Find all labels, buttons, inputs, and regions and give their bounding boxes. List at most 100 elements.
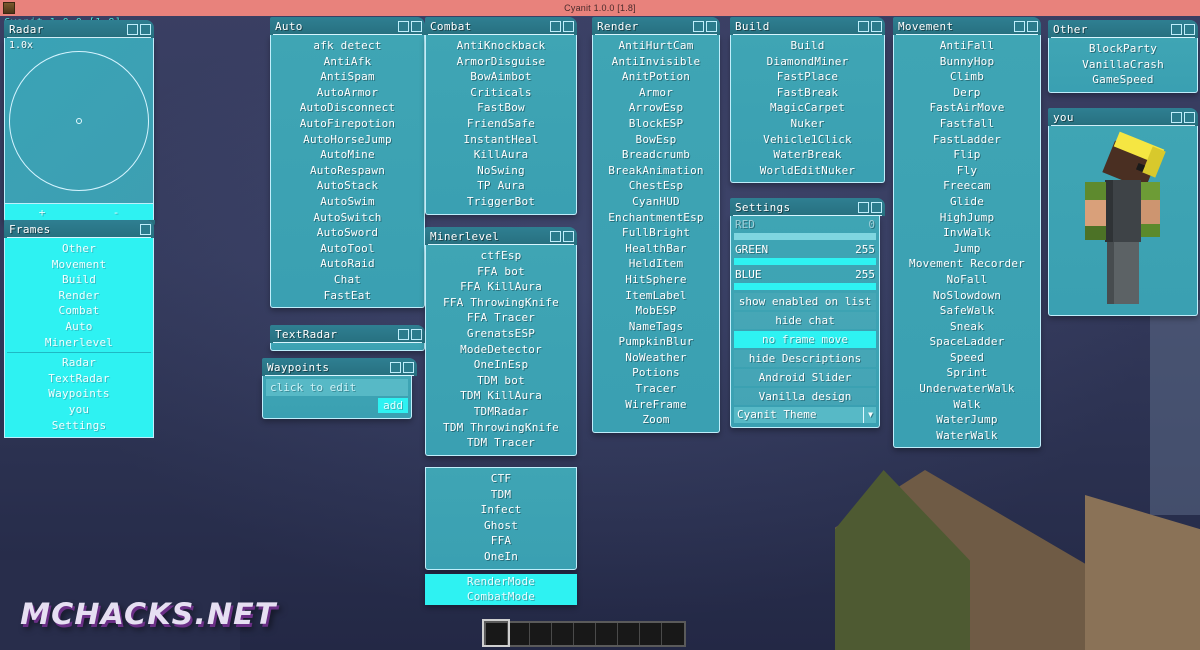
frames-item[interactable]: Combat: [5, 303, 153, 319]
auto-header-buttons[interactable]: [398, 20, 422, 32]
module-item[interactable]: UnderwaterWalk: [894, 381, 1040, 397]
radar-header[interactable]: Radar: [4, 20, 154, 38]
module-item[interactable]: Criticals: [426, 85, 576, 101]
module-item[interactable]: Derp: [894, 85, 1040, 101]
hotbar-slot[interactable]: [508, 623, 530, 645]
module-item[interactable]: TriggerBot: [426, 194, 576, 210]
module-item[interactable]: Potions: [593, 365, 719, 381]
panel-build[interactable]: Build Build DiamondMiner FastPlace FastBrea…: [730, 17, 885, 184]
render-close-button[interactable]: [706, 20, 717, 32]
module-item[interactable]: Vehicle1Click: [731, 132, 884, 148]
module-item[interactable]: HighJump: [894, 210, 1040, 226]
render-header-buttons[interactable]: [693, 20, 717, 32]
module-item[interactable]: FastBreak: [731, 85, 884, 101]
frames-header-buttons[interactable]: [140, 223, 151, 235]
frames-item[interactable]: Other: [5, 241, 153, 257]
you-header-buttons[interactable]: [1171, 111, 1195, 123]
other-header[interactable]: Other: [1048, 20, 1198, 38]
hotbar-slot[interactable]: [596, 623, 618, 645]
other-close-button[interactable]: [1184, 23, 1195, 35]
player-model-preview[interactable]: [1075, 131, 1175, 310]
textradar-header[interactable]: TextRadar: [270, 325, 425, 343]
module-item[interactable]: ChestEsp: [593, 178, 719, 194]
you-collapse-button[interactable]: [1171, 111, 1182, 123]
module-item[interactable]: NoSwing: [426, 163, 576, 179]
waypoints-header-buttons[interactable]: [390, 361, 414, 373]
settings-collapse-button[interactable]: [858, 201, 869, 213]
module-item[interactable]: AutoSword: [271, 225, 424, 241]
module-item[interactable]: CyanHUD: [593, 194, 719, 210]
other-collapse-button[interactable]: [1171, 23, 1182, 35]
module-item[interactable]: DiamondMiner: [731, 54, 884, 70]
module-item[interactable]: FFA ThrowingKnife: [426, 295, 576, 311]
module-item[interactable]: TDM Tracer: [426, 435, 576, 451]
module-item[interactable]: BunnyHop: [894, 54, 1040, 70]
module-item[interactable]: AntiAfk: [271, 54, 424, 70]
module-item[interactable]: FastLadder: [894, 132, 1040, 148]
module-item[interactable]: GameSpeed: [1049, 72, 1197, 88]
module-item[interactable]: GrenatsESP: [426, 326, 576, 342]
module-item[interactable]: FastPlace: [731, 69, 884, 85]
module-item[interactable]: TDM bot: [426, 373, 576, 389]
module-item[interactable]: Sprint: [894, 365, 1040, 381]
module-item[interactable]: Movement Recorder: [894, 256, 1040, 272]
module-item[interactable]: ItemLabel: [593, 288, 719, 304]
build-close-button[interactable]: [871, 20, 882, 32]
textradar-collapse-button[interactable]: [398, 328, 409, 340]
minerlevel-close-button[interactable]: [563, 230, 574, 242]
radar-collapse-button[interactable]: [127, 23, 138, 35]
module-item[interactable]: Armor: [593, 85, 719, 101]
module-item[interactable]: Freecam: [894, 178, 1040, 194]
waypoints-header[interactable]: Waypoints: [262, 358, 417, 376]
module-item[interactable]: Chat: [271, 272, 424, 288]
module-item[interactable]: Infect: [426, 502, 576, 518]
module-item[interactable]: Fly: [894, 163, 1040, 179]
frames-item[interactable]: you: [5, 402, 153, 418]
radar-zoom-controls[interactable]: + -: [5, 203, 153, 221]
combat-collapse-button[interactable]: [550, 20, 561, 32]
panel-textradar[interactable]: TextRadar: [270, 325, 425, 351]
module-item[interactable]: AutoArmor: [271, 85, 424, 101]
module-item[interactable]: Breadcrumb: [593, 147, 719, 163]
frames-item[interactable]: Render: [5, 288, 153, 304]
module-item[interactable]: InvWalk: [894, 225, 1040, 241]
module-item[interactable]: EnchantmentEsp: [593, 210, 719, 226]
panel-auto[interactable]: Auto afk detect AntiAfk AntiSpam AutoArmor A…: [270, 17, 425, 309]
module-item[interactable]: TP Aura: [426, 178, 576, 194]
setting-toggle-button[interactable]: Vanilla design: [734, 388, 876, 405]
other-header-buttons[interactable]: [1171, 23, 1195, 35]
setting-toggle-button[interactable]: hide chat: [734, 312, 876, 329]
frames-item[interactable]: Auto: [5, 319, 153, 335]
combat-close-button[interactable]: [563, 20, 574, 32]
panel-minerlevel[interactable]: Minerlevel ctfEsp FFA bot FFA KillAura FFA …: [425, 227, 577, 456]
color-slider-track[interactable]: [734, 233, 876, 240]
render-header[interactable]: Render: [592, 17, 720, 35]
module-item[interactable]: HeldItem: [593, 256, 719, 272]
settings-header[interactable]: Settings: [730, 198, 885, 216]
module-item[interactable]: AutoRespawn: [271, 163, 424, 179]
module-item[interactable]: AutoRaid: [271, 256, 424, 272]
minerlevel-header[interactable]: Minerlevel: [425, 227, 577, 245]
waypoint-name-input[interactable]: click to edit: [266, 379, 408, 396]
minerlevel-header-buttons[interactable]: [550, 230, 574, 242]
module-item[interactable]: ArrowEsp: [593, 100, 719, 116]
module-item[interactable]: ctfEsp: [426, 248, 576, 264]
auto-collapse-button[interactable]: [398, 20, 409, 32]
module-item[interactable]: CTF: [426, 471, 576, 487]
panel-other[interactable]: Other BlockParty VanillaCrash GameSpeed: [1048, 20, 1198, 93]
module-item[interactable]: NameTags: [593, 319, 719, 335]
build-header-buttons[interactable]: [858, 20, 882, 32]
frames-header[interactable]: Frames: [4, 220, 154, 238]
module-item[interactable]: Nuker: [731, 116, 884, 132]
module-item[interactable]: RenderMode: [425, 573, 577, 590]
setting-toggle-button[interactable]: no frame move: [734, 331, 876, 348]
module-item[interactable]: Fastfall: [894, 116, 1040, 132]
setting-toggle-button[interactable]: Android Slider: [734, 369, 876, 386]
module-item[interactable]: FFA Tracer: [426, 310, 576, 326]
module-item[interactable]: AntiKnockback: [426, 38, 576, 54]
frames-item[interactable]: Minerlevel: [5, 335, 153, 351]
radar-canvas[interactable]: 1.0x: [5, 38, 153, 203]
frames-item[interactable]: Settings: [5, 418, 153, 434]
module-item[interactable]: NoWeather: [593, 350, 719, 366]
frames-item[interactable]: TextRadar: [5, 371, 153, 387]
